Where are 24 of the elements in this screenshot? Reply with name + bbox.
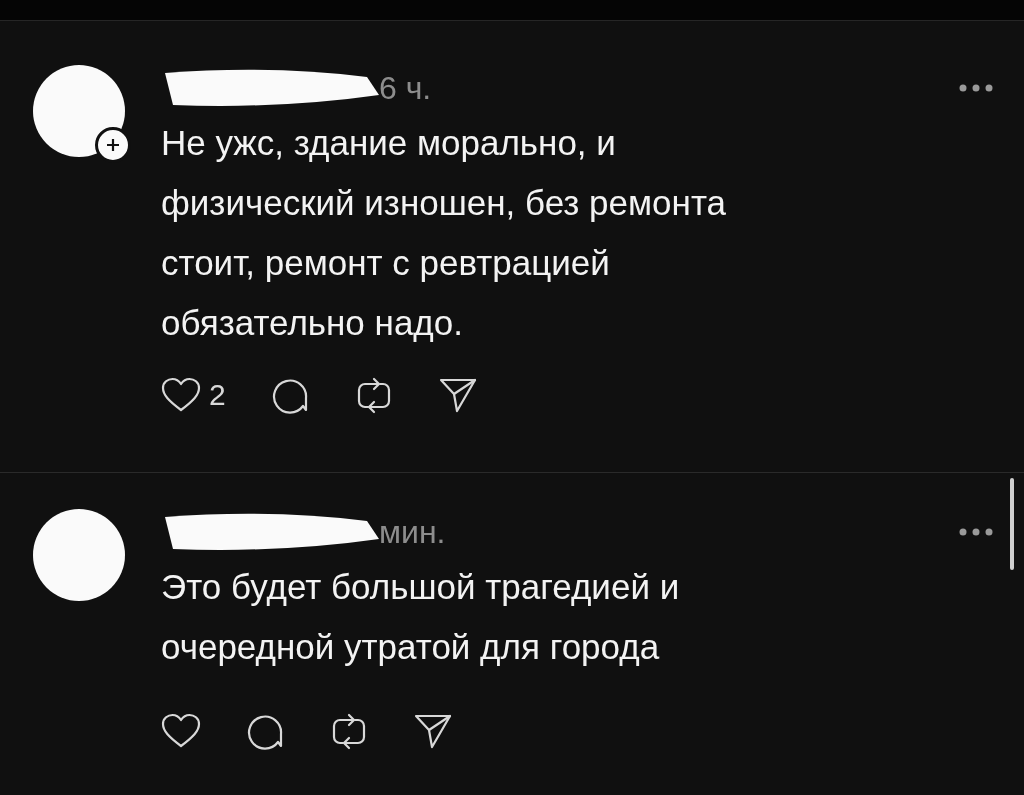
comment-button[interactable] (247, 712, 285, 750)
repost-button[interactable] (355, 375, 392, 415)
more-icon[interactable] (958, 83, 994, 93)
comment-icon (271, 376, 310, 414)
share-button[interactable] (413, 712, 453, 750)
send-icon (437, 376, 478, 414)
post-time: мин. (379, 513, 446, 551)
comment-icon (247, 712, 285, 750)
post-text: Это будет большой трагедией и очередной утратой для города (161, 566, 681, 668)
plus-icon (106, 138, 120, 152)
more-icon[interactable] (958, 527, 994, 537)
share-button[interactable] (437, 376, 478, 414)
post-time: 6 ч. (379, 69, 432, 107)
scrollbar[interactable] (1010, 478, 1014, 570)
like-button[interactable] (161, 713, 201, 749)
heart-icon (161, 713, 201, 749)
repost-button[interactable] (331, 711, 367, 751)
repost-icon (331, 711, 367, 751)
comment-button[interactable] (271, 376, 310, 414)
repost-icon (355, 375, 392, 415)
heart-icon (161, 377, 201, 413)
post-text: Не ужс, здание морально, и физический изношен, без ремонта стоит, ремонт с ревтрацией обязательно надо. (161, 122, 727, 344)
like-button[interactable]: 2 (161, 377, 226, 413)
send-icon (413, 712, 453, 750)
